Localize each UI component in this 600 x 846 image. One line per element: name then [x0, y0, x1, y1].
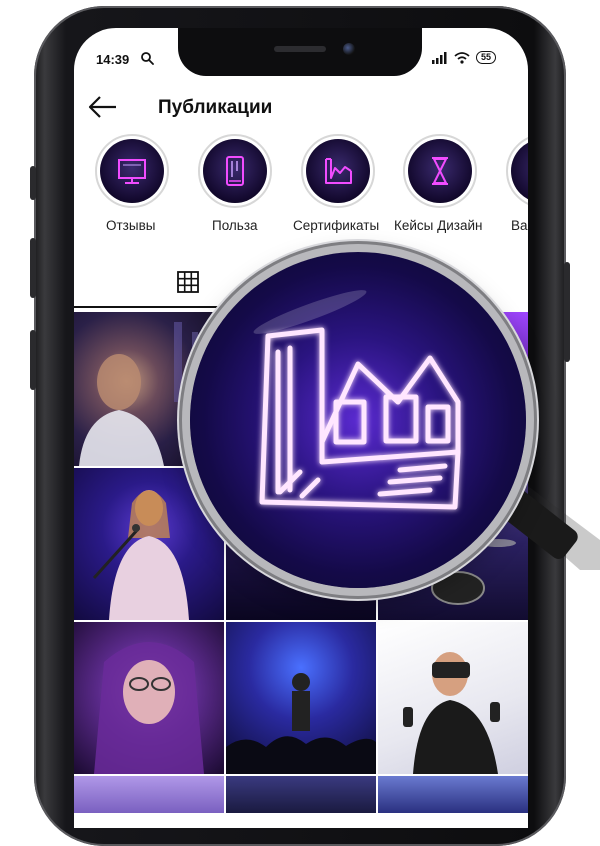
magnifier-lens	[190, 252, 526, 588]
highlight-reviews[interactable]	[95, 134, 169, 208]
volume-up-button	[30, 238, 36, 298]
highlight-label-cases-design: Кейсы Дизайн	[394, 218, 483, 233]
highlight-certificates[interactable]	[301, 134, 375, 208]
girl-silhouette	[94, 642, 204, 774]
post-girl-blonde[interactable]	[74, 776, 224, 813]
crowd-silhouette	[226, 673, 376, 774]
search-icon	[141, 52, 154, 65]
highlight-label-certificates: Сертификаты	[293, 218, 380, 233]
phone-icon	[226, 156, 244, 186]
post-lights-top[interactable]	[226, 776, 376, 813]
vr-person-silhouette	[403, 652, 500, 774]
hourglass-icon	[432, 157, 448, 185]
factory-icon	[253, 290, 461, 510]
status-time: 14:39	[96, 52, 130, 67]
monitor-icon	[118, 159, 146, 184]
partial-icon	[523, 151, 528, 191]
highlight-partial[interactable]	[506, 134, 528, 208]
status-indicators: 55	[432, 51, 497, 64]
page-title: Публикации	[158, 97, 273, 118]
post-vr-headset[interactable]	[378, 622, 528, 774]
signal-icon	[432, 51, 447, 64]
highlight-label-reviews: Отзывы	[106, 218, 156, 233]
mute-switch	[30, 166, 36, 200]
battery-indicator: 55	[476, 51, 497, 64]
post-girl-purple-hair[interactable]	[74, 622, 224, 774]
highlight-benefit[interactable]	[198, 134, 272, 208]
power-button	[564, 262, 570, 362]
post-stage-lights[interactable]	[378, 776, 528, 813]
notch	[178, 28, 422, 76]
post-band-concert[interactable]	[226, 622, 376, 774]
wifi-icon	[454, 51, 470, 64]
front-camera	[343, 43, 355, 55]
volume-down-button	[30, 330, 36, 390]
highlight-label-benefit: Польза	[212, 218, 258, 233]
speaker	[274, 46, 326, 52]
back-arrow-icon[interactable]	[88, 95, 118, 119]
factory-icon	[325, 158, 352, 184]
highlight-cases-design[interactable]	[403, 134, 477, 208]
highlight-label-partial: Ва	[511, 218, 528, 233]
